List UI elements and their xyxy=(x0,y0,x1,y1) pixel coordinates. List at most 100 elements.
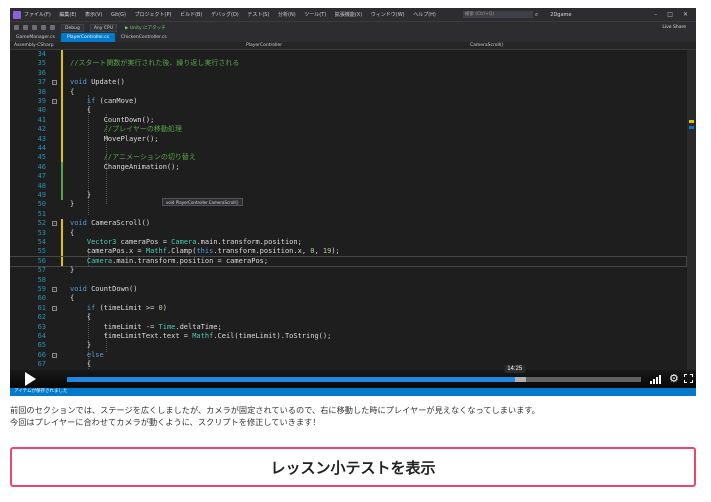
line-number: 53 xyxy=(37,228,46,237)
line-number: 47 xyxy=(37,172,46,181)
menu-item: 編集(E) xyxy=(59,12,77,18)
code-text: if (canMove) xyxy=(86,97,138,105)
code-line: 63 timeLimit -= Time.deltaTime; xyxy=(10,323,686,332)
line-number: 48 xyxy=(37,181,46,190)
fullscreen-icon[interactable] xyxy=(684,374,693,383)
line-number: 66 xyxy=(37,350,46,359)
play-button[interactable] xyxy=(25,372,36,386)
code-line: 67 { xyxy=(10,360,686,369)
show-quiz-button[interactable]: レッスン小テストを表示 xyxy=(10,447,696,487)
vs-menu-bar: ファイル(F) 編集(E) 表示(V) Git(G) プロジェクト(P) ビルド… xyxy=(24,11,443,18)
code-line: 44 xyxy=(10,144,686,153)
line-number: 35 xyxy=(37,59,46,68)
gear-icon[interactable]: ⚙ xyxy=(669,373,679,384)
nav-assembly: Assembly-CSharp xyxy=(14,43,54,48)
code-line: 41 CountDown(); xyxy=(10,116,686,125)
toolbar-new-icon xyxy=(32,25,37,30)
line-number: 59 xyxy=(37,285,46,293)
fold-toggle-icon: − xyxy=(52,80,57,86)
menu-item: テスト(S) xyxy=(247,12,270,18)
line-number: 37 xyxy=(37,78,46,87)
line-number: 34 xyxy=(37,50,46,58)
code-text: timeLimitText.text = Mathf.Ceil(timeLimi… xyxy=(70,332,332,340)
volume-icon[interactable] xyxy=(650,375,664,384)
line-number: 67 xyxy=(37,360,46,369)
line-number: 39 xyxy=(37,97,46,105)
menu-item: 拡張機能(X) xyxy=(334,12,363,18)
code-line: 34 xyxy=(10,50,686,59)
code-text: Vector3 cameraPos = Camera.main.transfor… xyxy=(86,238,302,246)
code-text: { xyxy=(70,313,92,322)
editor-scrollbar xyxy=(687,50,696,370)
line-number: 55 xyxy=(37,247,46,256)
menu-item: 分析(N) xyxy=(278,12,296,18)
code-text: } xyxy=(70,191,92,199)
code-text: { xyxy=(70,294,75,303)
line-number: 40 xyxy=(37,106,46,115)
close-icon: ✕ xyxy=(682,11,688,18)
code-line: 55 cameraPos.x = Mathf.Clamp(this.transf… xyxy=(10,247,686,256)
description-line-1: 前回のセクションでは、ステージを広くしましたが、カメラが固定されているので、右に… xyxy=(10,406,540,415)
code-text: } xyxy=(70,200,75,209)
code-text: { xyxy=(70,87,75,96)
toolbar-forward-icon xyxy=(23,25,28,30)
line-number: 45 xyxy=(37,153,46,162)
toolbar-undo-icon xyxy=(50,25,55,30)
nav-class: PlayerController xyxy=(246,43,283,48)
code-line: 50} xyxy=(10,200,686,209)
vs-status-bar: アイテムが保存されました xyxy=(10,388,696,396)
line-number: 44 xyxy=(37,144,46,152)
project-name: 2Dgame xyxy=(550,11,572,18)
code-text: CountDown(); xyxy=(70,115,155,124)
progress-bar[interactable]: 14:25 xyxy=(67,365,641,382)
code-text: if (timeLimit >= 0) xyxy=(86,303,167,312)
menu-item: ファイル(F) xyxy=(24,12,51,18)
line-number: 41 xyxy=(37,115,46,124)
line-number: 36 xyxy=(37,68,46,77)
line-number: 51 xyxy=(37,209,46,218)
line-number: 58 xyxy=(37,275,46,284)
code-line: 65 } xyxy=(10,341,686,350)
code-text: else xyxy=(86,350,104,359)
menu-item: ビルド(B) xyxy=(180,12,203,18)
line-number: 50 xyxy=(37,200,46,209)
code-line: 38 { xyxy=(10,88,686,97)
code-text: } xyxy=(70,341,92,350)
code-text: { xyxy=(70,360,92,369)
code-line: 40 { xyxy=(10,106,686,115)
line-number: 65 xyxy=(37,341,46,350)
code-line: 59 − void CountDown() xyxy=(10,285,686,294)
fold-toggle-icon: − xyxy=(52,221,57,227)
code-line: 47 xyxy=(10,172,686,181)
line-number: 56 xyxy=(37,256,46,265)
description-line-2: 今回はプレイヤーに合わせてカメラが動くように、スクリプトを修正していきます！ xyxy=(10,418,321,427)
menu-item: デバッグ(D) xyxy=(211,12,239,18)
visual-studio-logo-icon xyxy=(13,10,21,19)
line-number: 60 xyxy=(37,294,46,303)
search-icon: ⌕ xyxy=(534,10,539,18)
code-text: Camera.main.transform.position = cameraP… xyxy=(86,256,269,265)
code-line: 37− void Update() xyxy=(10,78,686,87)
code-text: { xyxy=(70,228,75,237)
line-number: 64 xyxy=(37,332,46,340)
vs-search-box: 検索 (Ctrl+Q) xyxy=(462,11,533,18)
code-line: 60 { xyxy=(10,294,686,303)
code-text: MovePlayer(); xyxy=(70,134,159,143)
video-player[interactable]: ファイル(F) 編集(E) 表示(V) Git(G) プロジェクト(P) ビルド… xyxy=(10,8,696,396)
code-line: 62 { xyxy=(10,313,686,322)
code-line: 46 ChangeAnimation(); xyxy=(10,163,686,172)
code-line: 48 xyxy=(10,182,686,191)
line-number: 61 xyxy=(37,303,46,312)
code-text: } xyxy=(70,266,75,275)
line-number: 62 xyxy=(37,313,46,322)
scroll-position-marker xyxy=(689,126,694,129)
line-number: 54 xyxy=(37,238,46,246)
code-line: 61− if (timeLimit >= 0) xyxy=(10,304,686,313)
code-text: void Update() xyxy=(70,78,125,87)
code-line: 53 { xyxy=(10,229,686,238)
line-number: 38 xyxy=(37,87,46,96)
menu-item: ツール(T) xyxy=(304,12,327,18)
code-line: 54 Vector3 cameraPos = Camera.main.trans… xyxy=(10,238,686,247)
fold-toggle-icon: − xyxy=(52,99,57,104)
menu-item: Git(G) xyxy=(110,12,126,18)
